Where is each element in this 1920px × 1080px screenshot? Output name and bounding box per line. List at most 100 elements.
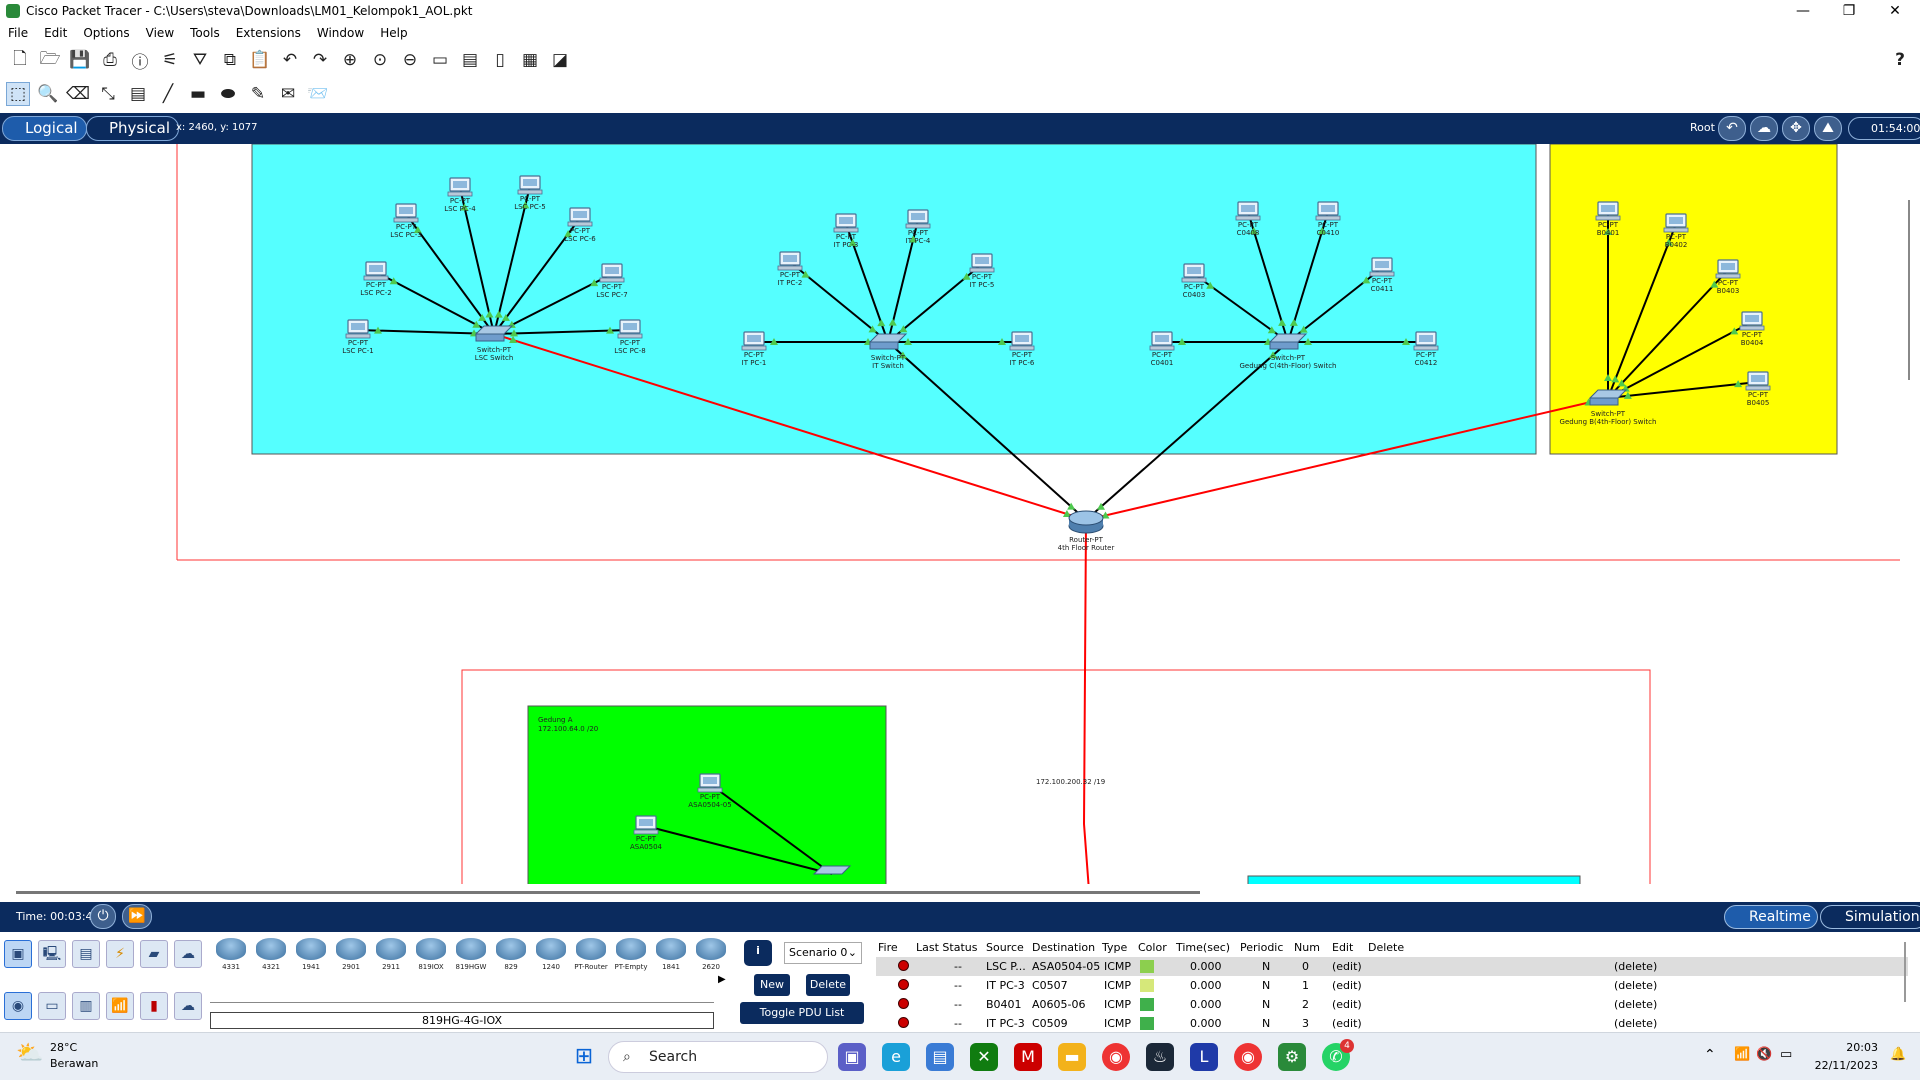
cluster-icon[interactable]: ◪ (548, 48, 572, 72)
note-tool-icon[interactable]: ▤ (126, 82, 150, 106)
pc-device[interactable] (1235, 201, 1261, 221)
pc-device[interactable] (1369, 257, 1395, 277)
info-icon[interactable]: ⓘ (128, 48, 152, 73)
line-tool-icon[interactable]: ╱ (156, 82, 180, 106)
mcafee-icon[interactable]: M (1014, 1043, 1042, 1071)
minimize-button[interactable]: — (1780, 0, 1826, 22)
pc-device[interactable] (1715, 259, 1741, 279)
network-devices-icon[interactable]: ▣ (4, 940, 32, 968)
xbox-icon[interactable]: ✕ (970, 1043, 998, 1071)
volume-muted-icon[interactable]: 🔇 (1756, 1047, 1772, 1062)
wireless-icon[interactable]: 📶 (106, 992, 134, 1020)
device-model-2901[interactable]: 2901 (332, 938, 370, 976)
network-info-icon[interactable]: ⛛ (188, 48, 212, 72)
wan-emulation-icon[interactable]: ☁ (174, 992, 202, 1020)
redo-icon[interactable]: ↷ (308, 48, 332, 72)
horizontal-scroll-thumb[interactable] (16, 891, 1200, 894)
rectangle-tool-icon[interactable]: ▬ (186, 82, 210, 106)
pdu-edit[interactable]: (edit) (1332, 960, 1362, 973)
simulation-mode-button[interactable]: Simulation (1820, 905, 1920, 929)
pdu-delete[interactable]: (delete) (1614, 979, 1657, 992)
device-model-819iox[interactable]: 819IOX (412, 938, 450, 976)
vertical-scroll-thumb[interactable] (1908, 200, 1910, 380)
edge-icon[interactable]: e (882, 1043, 910, 1071)
horizontal-scrollbar[interactable] (0, 884, 1920, 902)
pc-device[interactable] (567, 207, 593, 227)
vertical-scrollbar[interactable] (1900, 144, 1920, 884)
device-model-1841[interactable]: 1841 (652, 938, 690, 976)
open-folder-icon[interactable]: 🗁 (38, 48, 62, 72)
expand-arrow-icon[interactable]: ▶ (718, 974, 726, 985)
pdu-row[interactable]: -- IT PC-3 C0509 ICMP 0.000 N 3 (edit) (delete) (876, 1014, 1908, 1033)
delete-tool-icon[interactable]: ⌫ (66, 82, 90, 106)
add-simple-pdu-icon[interactable]: ✉ (276, 82, 300, 106)
paste-icon[interactable]: 📋 (248, 48, 272, 72)
pdu-delete[interactable]: (delete) (1614, 960, 1657, 973)
device-model-4321[interactable]: 4321 (252, 938, 290, 976)
palette-icon[interactable]: ▤ (458, 48, 482, 72)
device-model-pt-router[interactable]: PT-Router (572, 938, 610, 976)
pc-device[interactable] (345, 319, 371, 339)
scenario-info-button[interactable]: i (744, 940, 772, 966)
l-app-icon[interactable]: L (1190, 1043, 1218, 1071)
security-icon[interactable]: ▮ (140, 992, 168, 1020)
wifi-icon[interactable]: 📶 (1734, 1047, 1750, 1062)
pc-device[interactable] (447, 177, 473, 197)
back-icon[interactable]: ↶ (1718, 116, 1746, 141)
zoom-reset-icon[interactable]: ⊙ (368, 48, 392, 72)
pc-device[interactable] (1595, 201, 1621, 221)
pc-device[interactable] (599, 263, 625, 283)
pdu-delete[interactable]: (delete) (1614, 998, 1657, 1011)
menu-file[interactable]: File (8, 26, 28, 40)
menu-edit[interactable]: Edit (44, 26, 67, 40)
pc-device[interactable] (517, 175, 543, 195)
pc-device[interactable] (741, 331, 767, 351)
taskbar-date[interactable]: 22/11/2023 (1808, 1059, 1878, 1072)
pdu-delete[interactable]: (delete) (1614, 1017, 1657, 1030)
pc-device[interactable] (1149, 331, 1175, 351)
pdu-edit[interactable]: (edit) (1332, 979, 1362, 992)
hubs-icon[interactable]: ▥ (72, 992, 100, 1020)
pdu-edit[interactable]: (edit) (1332, 998, 1362, 1011)
viewport-icon[interactable]: ▦ (518, 48, 542, 72)
packet-tracer-taskbar-icon[interactable]: ⚙ (1278, 1043, 1306, 1071)
switches-icon[interactable]: ▭ (38, 992, 66, 1020)
device-model-1941[interactable]: 1941 (292, 938, 330, 976)
zoom-out-icon[interactable]: ⊖ (398, 48, 422, 72)
save-icon[interactable]: 💾 (68, 48, 92, 72)
power-cycle-icon[interactable]: ⏻ (90, 904, 116, 929)
pc-device[interactable] (833, 213, 859, 233)
new-file-icon[interactable]: 🗋 (8, 48, 32, 72)
device-model-819hgw[interactable]: 819HGW (452, 938, 490, 976)
menu-help[interactable]: Help (380, 26, 407, 40)
pc-device[interactable] (1663, 213, 1689, 233)
teams-icon[interactable]: ▣ (838, 1043, 866, 1071)
fast-forward-icon[interactable]: ⏩ (122, 904, 152, 929)
misc-icon[interactable]: ▰ (140, 940, 168, 968)
pc-device[interactable] (1315, 201, 1341, 221)
pc-device[interactable] (697, 773, 723, 793)
store-icon[interactable]: ▤ (926, 1043, 954, 1071)
weather-temp[interactable]: 28°C (50, 1041, 77, 1054)
pc-device[interactable] (1181, 263, 1207, 283)
custom-device-icon[interactable]: ▯ (488, 48, 512, 72)
toggle-pdu-list-button[interactable]: Toggle PDU List Window (740, 1002, 864, 1041)
routers-icon[interactable]: ◉ (4, 992, 32, 1020)
maximize-button[interactable]: ❐ (1826, 0, 1872, 22)
pdu-edit[interactable]: (edit) (1332, 1017, 1362, 1030)
pdu-scroll-thumb[interactable] (1904, 942, 1906, 1002)
pdu-row[interactable]: -- B0401 A0605-06 ICMP 0.000 N 2 (edit) (delete) (876, 995, 1908, 1014)
weather-desc[interactable]: Berawan (50, 1057, 98, 1070)
pc-device[interactable] (1009, 331, 1035, 351)
tray-chevron-icon[interactable]: ⌃ (1704, 1047, 1716, 1063)
tab-physical[interactable]: Physical (86, 116, 180, 141)
router-device[interactable] (1068, 510, 1104, 534)
connections-icon[interactable]: ⚡ (106, 940, 134, 968)
device-model-1240[interactable]: 1240 (532, 938, 570, 976)
fire-pdu-icon[interactable] (898, 979, 909, 990)
help-icon[interactable]: ? (1888, 48, 1912, 72)
chrome-icon[interactable]: ◉ (1102, 1043, 1130, 1071)
pc-device[interactable] (969, 253, 995, 273)
pc-device[interactable] (393, 203, 419, 223)
device-model-829[interactable]: 829 (492, 938, 530, 976)
